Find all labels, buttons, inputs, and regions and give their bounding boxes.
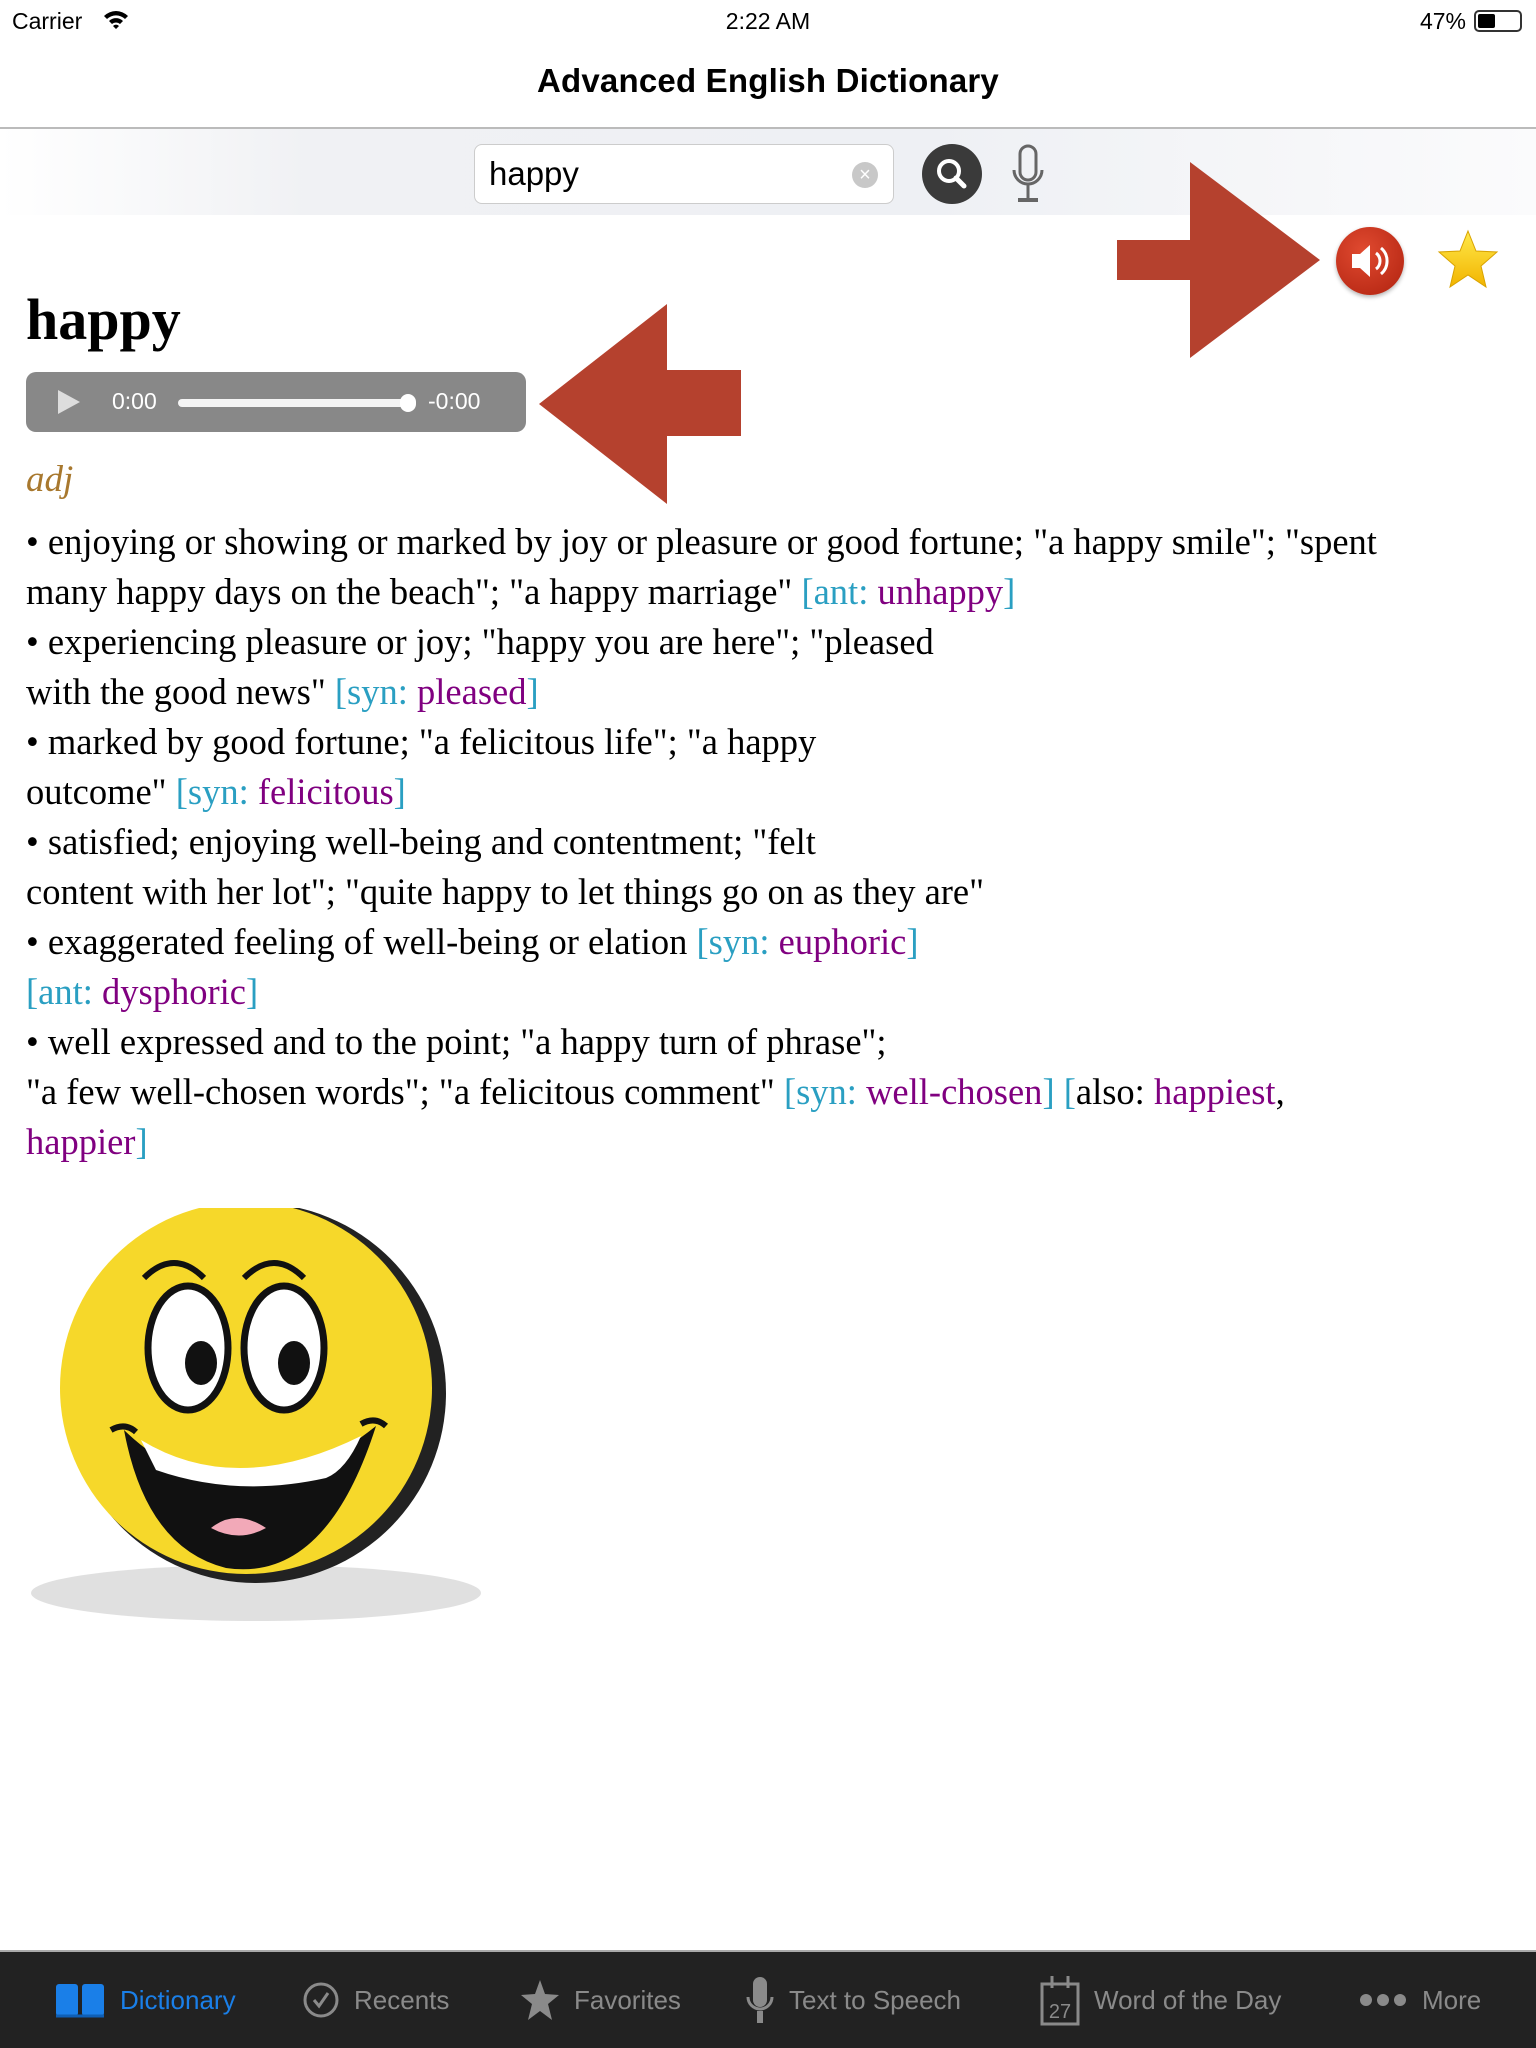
definition-line: [ant: dysphoric] [26, 967, 1377, 1017]
definition-text: , [1275, 1071, 1285, 1112]
tab-more[interactable]: More [1358, 1970, 1481, 2030]
cross-reference-link[interactable]: well-chosen [866, 1071, 1042, 1112]
microphone-button[interactable] [1008, 144, 1048, 206]
tab-bar: Dictionary Recents Favorites Text to Speech… [0, 1950, 1536, 2048]
definition-line: • enjoying or showing or marked by joy o… [26, 517, 1377, 567]
more-dots-icon [1358, 1992, 1408, 2008]
tab-favorites[interactable]: Favorites [520, 1970, 681, 2030]
search-button[interactable] [922, 144, 982, 204]
part-of-speech: adj [26, 459, 74, 500]
definition-line: • experiencing pleasure or joy; "happy y… [26, 617, 1377, 667]
nav-title: Advanced English Dictionary [536, 62, 999, 99]
definition-text: content with her lot"; "quite happy to l… [26, 871, 985, 912]
status-bar: Carrier 2:22 AM 47% [0, 0, 1536, 52]
definition-line: content with her lot"; "quite happy to l… [26, 867, 1377, 917]
tab-label: More [1422, 1984, 1482, 2015]
definition-text: "a few well-chosen words"; "a felicitous… [26, 1071, 784, 1112]
cross-reference-link[interactable]: euphoric [779, 921, 907, 962]
tab-label: Recents [354, 1984, 450, 2015]
clear-search-icon[interactable]: × [852, 162, 878, 188]
definition-text: • experiencing pleasure or joy; "happy y… [26, 621, 934, 662]
definition-text: • enjoying or showing or marked by joy o… [26, 521, 1377, 562]
clock-check-icon [302, 1980, 340, 2020]
definition-text: • exaggerated feeling of well-being or e… [26, 921, 697, 962]
play-button[interactable] [56, 388, 82, 416]
bracket-label: ] [ [1042, 1071, 1076, 1112]
bracket-label: [syn: [783, 1071, 867, 1112]
definition-text: with the good news" [26, 671, 335, 712]
bracket-label: ] [135, 1121, 148, 1162]
tab-dictionary[interactable]: Dictionary [54, 1970, 236, 2030]
definition-text: outcome" [26, 771, 176, 812]
definitions: • enjoying or showing or marked by joy o… [26, 517, 1377, 1167]
definition-line: happier] [26, 1117, 1377, 1167]
bracket-label: ] [393, 771, 406, 812]
tab-text-to-speech[interactable]: Text to Speech [745, 1970, 961, 2030]
favorite-star-button[interactable] [1436, 228, 1500, 292]
definition-line: • satisfied; enjoying well-being and con… [26, 817, 1377, 867]
cross-reference-link[interactable]: felicitous [258, 771, 394, 812]
audio-player: 0:00 -0:00 [26, 372, 526, 432]
definition-line: "a few well-chosen words"; "a felicitous… [26, 1067, 1377, 1117]
star-icon [520, 1978, 560, 2022]
audio-scrubber[interactable] [178, 399, 410, 407]
bracket-label: [syn: [175, 771, 258, 812]
tab-recents[interactable]: Recents [302, 1970, 449, 2030]
definition-text: also: [1075, 1071, 1154, 1112]
cross-reference-link[interactable]: unhappy [877, 571, 1003, 612]
bracket-label: ] [245, 971, 259, 1012]
pronounce-button[interactable] [1336, 227, 1404, 295]
definition-text: • marked by good fortune; "a felicitous … [26, 721, 817, 762]
tab-label: Favorites [574, 1984, 681, 2015]
search-input[interactable] [474, 144, 894, 204]
bracket-label: ] [1003, 571, 1016, 612]
microphone-icon [745, 1975, 775, 2025]
cross-reference-link[interactable]: dysphoric [102, 971, 246, 1012]
bracket-label: [syn: [696, 921, 779, 962]
clock: 2:22 AM [725, 8, 811, 34]
bracket-label: [ant: [26, 971, 103, 1012]
definition-line: • exaggerated feeling of well-being or e… [26, 917, 1377, 967]
smiley-image [31, 1208, 481, 1621]
book-icon [54, 1980, 106, 2020]
definition-text: • well expressed and to the point; "a ha… [26, 1021, 887, 1062]
scrubber-handle[interactable] [400, 394, 416, 412]
definition-line: outcome" [syn: felicitous] [26, 767, 1377, 817]
tab-label: Dictionary [120, 1984, 236, 2015]
definition-text: many happy days on the beach"; "a happy … [26, 571, 802, 612]
definition-line: with the good news" [syn: pleased] [26, 667, 1377, 717]
tab-word-of-the-day[interactable]: 27 Word of the Day [1040, 1970, 1281, 2030]
tab-label: Text to Speech [789, 1984, 961, 2015]
cross-reference-link[interactable]: happiest [1154, 1071, 1276, 1112]
search-icon [937, 159, 967, 189]
current-time: 0:00 [112, 388, 157, 414]
definition-text: • satisfied; enjoying well-being and con… [26, 821, 816, 862]
definition-line: • marked by good fortune; "a felicitous … [26, 717, 1377, 767]
bracket-label: [syn: [334, 671, 418, 712]
battery-icon [1474, 10, 1522, 32]
cross-reference-link[interactable]: pleased [417, 671, 526, 712]
definition-line: many happy days on the beach"; "a happy … [26, 567, 1377, 617]
arrow-right-annotation [1117, 162, 1320, 358]
battery-percent: 47% [1419, 8, 1466, 34]
speaker-icon [1352, 245, 1389, 277]
cross-reference-link[interactable]: happier [26, 1121, 135, 1162]
tab-label: Word of the Day [1094, 1984, 1282, 2015]
remaining-time: -0:00 [428, 388, 481, 414]
arrow-left-annotation [539, 304, 741, 504]
bracket-label: [ant: [801, 571, 878, 612]
bracket-label: ] [906, 921, 919, 962]
headword: happy [26, 287, 181, 352]
calendar-icon: 27 [1040, 1974, 1080, 2026]
bracket-label: ] [526, 671, 539, 712]
svg-text:27: 27 [1049, 2001, 1071, 2023]
definition-line: • well expressed and to the point; "a ha… [26, 1017, 1377, 1067]
